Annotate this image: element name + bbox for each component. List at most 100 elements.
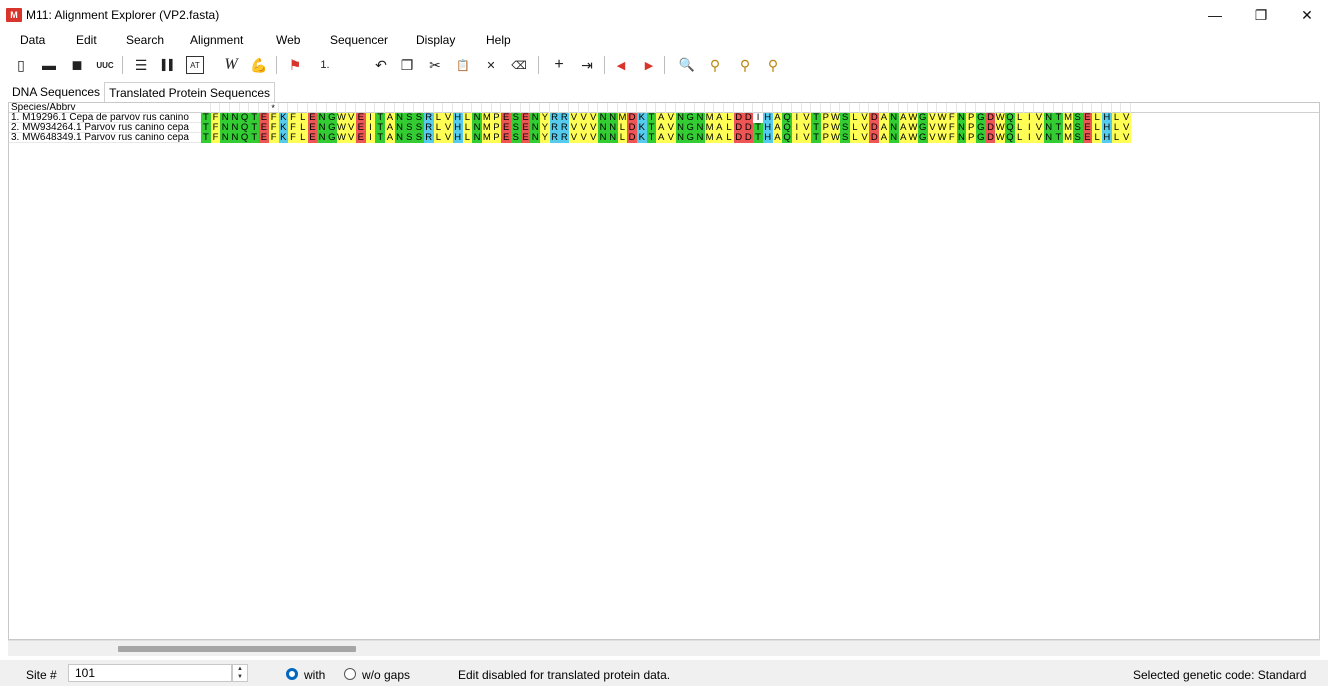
residue-cell[interactable]: F [210,133,221,143]
residue-cell[interactable]: Q [239,133,250,143]
residue-cell[interactable]: A [656,133,666,143]
residue-cell[interactable]: R [549,133,560,143]
residue-cell[interactable]: S [404,133,415,143]
residue-cell[interactable]: A [879,133,889,143]
menu-data[interactable]: Data [20,33,45,47]
residue-cell[interactable]: W [336,133,347,143]
sequence-name[interactable]: 2. MW934264.1 Parvov rus canino cepa [9,123,201,133]
insert-icon[interactable]: ⇥ [576,54,598,76]
residue-cell[interactable]: N [220,133,231,143]
maximize-button[interactable]: ❐ [1238,0,1284,30]
translate-icon[interactable]: UUC [94,54,116,76]
residue-cell[interactable]: N [1043,133,1054,143]
alignment-grid[interactable]: Species/Abbrv 1. M19296.1 Cepa de parvov… [8,102,1320,640]
residue-cell[interactable]: L [433,133,444,143]
mark-site-icon[interactable]: ⚑ [284,54,306,76]
residue-cell[interactable]: R [559,133,570,143]
residue-cell[interactable]: Q [1005,133,1015,143]
site-spinner[interactable]: ▲ ▼ [232,664,248,682]
with-gaps-radio[interactable] [286,668,298,680]
muscle-icon[interactable]: 💪 [248,54,270,76]
add-sequence-icon[interactable]: + [548,54,570,76]
residue-cell[interactable]: P [491,133,502,143]
residue-cell[interactable]: T [753,133,763,143]
residue-cell[interactable]: F [288,133,298,143]
residue-cell[interactable]: L [617,133,628,143]
residue-cell[interactable]: N [230,133,240,143]
residue-cell[interactable]: T [1053,133,1064,143]
menu-help[interactable]: Help [486,33,511,47]
copy-icon[interactable]: ❐ [396,54,418,76]
web-icon[interactable]: W [220,54,242,76]
residue-cell[interactable]: F [946,133,957,143]
residue-cell[interactable]: N [607,133,618,143]
residue-cell[interactable]: L [850,133,860,143]
residue-cell[interactable]: E [307,133,318,143]
residue-cell[interactable]: T [249,133,260,143]
sequence-area[interactable]: * TFNNQTEFKFLENGWVEITANSSRLVHLNMPESENYRR… [201,103,1319,143]
residue-cell[interactable]: N [598,133,608,143]
open-folder-icon[interactable]: ▬ [38,54,60,76]
residue-cell[interactable]: T [811,133,821,143]
residue-cell[interactable]: G [976,133,986,143]
residue-cell[interactable]: N [530,133,541,143]
residue-cell[interactable]: V [443,133,453,143]
species-header[interactable]: Species/Abbrv [9,103,201,113]
residue-cell[interactable]: D [869,133,880,143]
residue-cell[interactable]: N [472,133,482,143]
residue-cell[interactable]: S [511,133,521,143]
residue-cell[interactable]: M [704,133,715,143]
sequence-name[interactable]: 1. M19296.1 Cepa de parvov rus canino [9,113,201,123]
residue-cell[interactable]: L [462,133,473,143]
residue-cell[interactable]: V [1034,133,1044,143]
residue-cell[interactable]: H [1101,133,1112,143]
undo-icon[interactable]: ↶ [370,54,392,76]
residue-cell[interactable]: K [278,133,289,143]
residue-cell[interactable]: Q [782,133,792,143]
menu-edit[interactable]: Edit [76,33,97,47]
residue-cell[interactable]: N [956,133,967,143]
without-gaps-label[interactable]: w/o gaps [362,668,410,682]
residue-cell[interactable]: I [1024,133,1035,143]
residue-cell[interactable]: I [365,133,376,143]
sequence-row[interactable]: TFNNQTEFKFLENGWVEITANSSRLVHLNMPESENYRRVV… [201,133,1319,143]
residue-cell[interactable]: H [762,133,773,143]
clear-icon[interactable]: ⌫ [508,54,530,76]
residue-cell[interactable]: T [201,133,211,143]
residue-cell[interactable]: G [917,133,928,143]
residue-cell[interactable]: A [772,133,783,143]
without-gaps-radio[interactable] [344,668,356,680]
residue-cell[interactable]: E [259,133,269,143]
residue-cell[interactable]: M [481,133,492,143]
tab-translated-protein-sequences[interactable]: Translated Protein Sequences [104,82,276,102]
residue-cell[interactable]: D [733,133,744,143]
horizontal-scrollbar[interactable] [8,640,1320,656]
paste-icon[interactable]: 📋 [452,54,474,76]
residue-cell[interactable]: P [821,133,831,143]
menu-web[interactable]: Web [276,33,300,47]
residue-cell[interactable]: V [666,133,676,143]
find-marked-icon[interactable]: ⚲ [762,54,784,76]
residue-cell[interactable]: V [346,133,356,143]
residue-cell[interactable]: L [297,133,308,143]
residue-cell[interactable]: E [356,133,366,143]
site-number-input[interactable]: 101 [68,664,232,682]
sequence-name[interactable]: 3. MW648349.1 Parvov rus canino cepa [9,133,201,143]
residue-cell[interactable]: G [685,133,696,143]
residue-cell[interactable]: H [452,133,463,143]
find-previous-icon[interactable]: ⚲ [704,54,726,76]
residue-cell[interactable]: V [578,133,589,143]
residue-cell[interactable]: V [588,133,599,143]
residue-cell[interactable]: R [423,133,434,143]
residue-cell[interactable]: D [743,133,754,143]
residue-cell[interactable]: W [908,133,918,143]
menu-search[interactable]: Search [126,33,164,47]
residue-cell[interactable]: N [695,133,705,143]
residue-cell[interactable]: W [830,133,841,143]
residue-cell[interactable]: N [675,133,686,143]
residue-cell[interactable]: W [937,133,947,143]
dna-view-icon[interactable]: AT [186,56,204,74]
delete-icon[interactable]: ✕ [480,54,502,76]
residue-cell[interactable]: A [385,133,395,143]
next-icon[interactable]: ▶ [638,54,660,76]
